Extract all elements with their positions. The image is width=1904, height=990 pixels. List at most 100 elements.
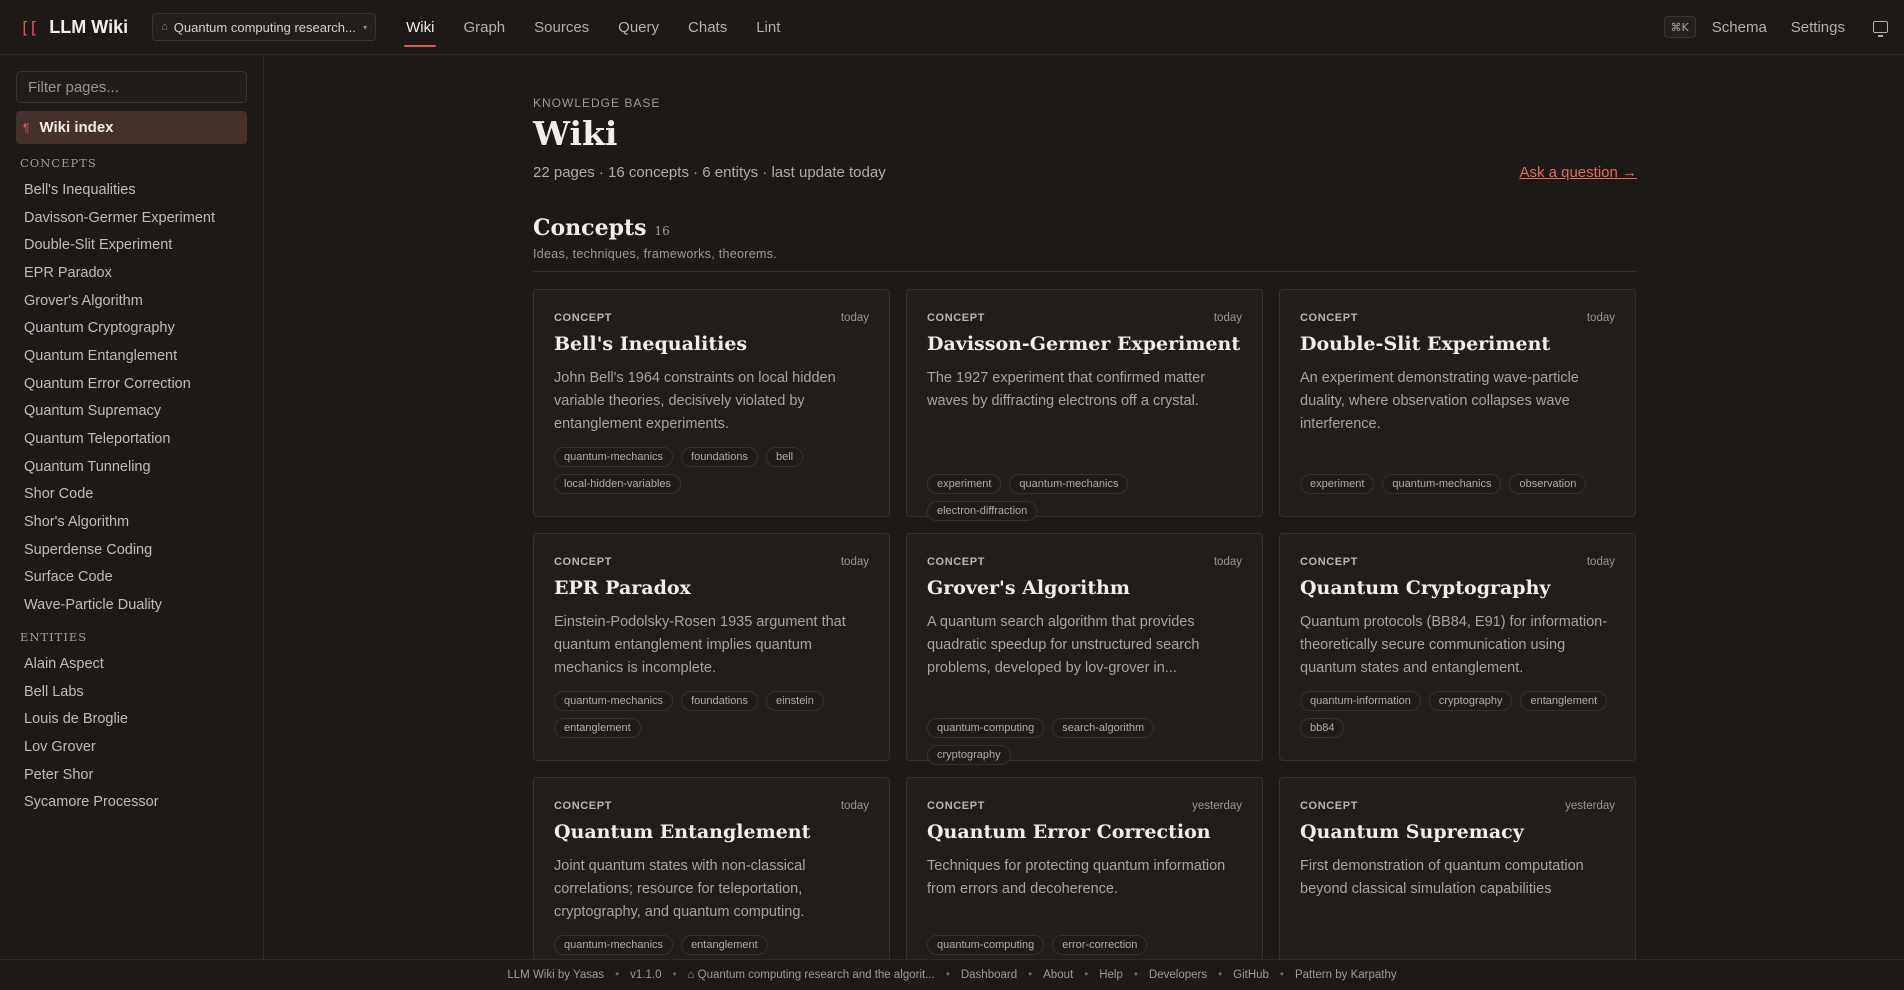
tab-graph[interactable]: Graph (461, 0, 507, 55)
sidebar-item-lov-grover[interactable]: Lov Grover (24, 733, 159, 761)
project-switcher[interactable]: ⌂ Quantum computing research... ▾ (152, 13, 377, 41)
tag[interactable]: observation (1509, 474, 1587, 494)
card-kind: CONCEPT (554, 312, 612, 324)
tag[interactable]: error-correction (1052, 935, 1148, 955)
tag[interactable]: quantum-computing (927, 718, 1045, 738)
tag[interactable]: bb84 (1300, 718, 1345, 738)
tag[interactable]: cryptography (927, 745, 1011, 765)
tag[interactable]: bell (765, 447, 804, 467)
tag[interactable]: foundations (681, 691, 758, 711)
footer-link-help[interactable]: Help (1099, 969, 1123, 981)
concept-card[interactable]: CONCEPT today Bell's Inequalities John B… (533, 289, 890, 517)
card-tags: quantum-mechanics foundations bell local… (554, 447, 872, 501)
tag[interactable]: quantum-mechanics (1009, 474, 1129, 494)
separator: • (672, 969, 677, 981)
tag[interactable]: quantum-mechanics (554, 691, 674, 711)
tag[interactable]: experiment (1300, 474, 1375, 494)
tag[interactable]: einstein (765, 691, 824, 711)
tag[interactable]: quantum-computing (927, 935, 1045, 955)
tag[interactable]: entanglement (1520, 691, 1608, 711)
app-logo[interactable]: [[ LLM Wiki (20, 17, 128, 38)
sidebar-item-quantum-error-correction[interactable]: Quantum Error Correction (24, 370, 215, 398)
sidebar-item-shor-code[interactable]: Shor Code (24, 481, 215, 509)
section-title: Concepts (533, 215, 647, 241)
sidebar-item-shors-algorithm[interactable]: Shor's Algorithm (24, 508, 215, 536)
sidebar-item-bell-labs[interactable]: Bell Labs (24, 678, 159, 706)
filter-pages-input[interactable]: Filter pages... (16, 71, 247, 103)
card-description: First demonstration of quantum computati… (1300, 858, 1584, 897)
card-kind: CONCEPT (927, 800, 985, 812)
command-palette-shortcut[interactable]: ⌘K (1663, 16, 1696, 38)
card-tags: quantum-mechanics foundations einstein e… (554, 691, 872, 745)
sidebar-item-quantum-entanglement[interactable]: Quantum Entanglement (24, 342, 215, 370)
tag[interactable]: search-algorithm (1052, 718, 1155, 738)
footer-project[interactable]: ⌂ Quantum computing research and the alg… (688, 969, 935, 981)
concept-card[interactable]: CONCEPT today Davisson-Germer Experiment… (906, 289, 1263, 521)
card-kind: CONCEPT (1300, 800, 1358, 812)
concept-card[interactable]: CONCEPT today Grover's Algorithm A quant… (906, 533, 1263, 765)
page-eyebrow: KNOWLEDGE BASE (533, 96, 661, 110)
sidebar-item-louis-de-broglie[interactable]: Louis de Broglie (24, 705, 159, 733)
card-tags: quantum-computing error-correction (927, 935, 1245, 962)
card-title: Quantum Error Correction (927, 821, 1211, 843)
tag[interactable]: entanglement (681, 935, 768, 955)
card-description: An experiment demonstrating wave-particl… (1300, 370, 1579, 432)
tag[interactable]: quantum-information (1300, 691, 1421, 711)
entities-section-title: ENTITIES (20, 630, 88, 644)
sidebar-item-quantum-tunneling[interactable]: Quantum Tunneling (24, 453, 215, 481)
concept-card[interactable]: CONCEPT today EPR Paradox Einstein-Podol… (533, 533, 890, 761)
ask-question-link[interactable]: Ask a question → (1519, 164, 1637, 181)
tag[interactable]: quantum-mechanics (554, 935, 674, 955)
card-tags: experiment quantum-mechanics observation (1300, 474, 1618, 501)
sidebar-item-quantum-supremacy[interactable]: Quantum Supremacy (24, 398, 215, 426)
tag[interactable]: quantum-mechanics (554, 447, 674, 467)
settings-link[interactable]: Settings (1791, 19, 1845, 36)
tag[interactable]: quantum-mechanics (1382, 474, 1502, 494)
tab-lint[interactable]: Lint (754, 0, 782, 55)
tag[interactable]: foundations (681, 447, 758, 467)
footer-link-dashboard[interactable]: Dashboard (961, 969, 1017, 981)
sidebar-item-peter-shor[interactable]: Peter Shor (24, 761, 159, 789)
card-date: today (840, 312, 869, 324)
monitor-icon[interactable] (1873, 21, 1888, 37)
page-title: Wiki (533, 114, 618, 153)
card-title: Quantum Entanglement (554, 821, 811, 843)
footer-link-about[interactable]: About (1043, 969, 1073, 981)
tag[interactable]: cryptography (1428, 691, 1513, 711)
card-kind: CONCEPT (1300, 556, 1358, 568)
concept-card[interactable]: CONCEPT today Quantum Cryptography Quant… (1279, 533, 1636, 761)
tag[interactable]: entanglement (554, 718, 641, 738)
concept-card[interactable]: CONCEPT today Double-Slit Experiment An … (1279, 289, 1636, 517)
footer-link-karpathy[interactable]: Pattern by Karpathy (1295, 969, 1397, 981)
card-title: EPR Paradox (554, 577, 691, 599)
tab-query[interactable]: Query (616, 0, 661, 55)
sidebar-item-bells-inequalities[interactable]: Bell's Inequalities (24, 176, 215, 204)
tag[interactable]: electron-diffraction (927, 501, 1038, 521)
entities-list: Alain Aspect Bell Labs Louis de Broglie … (24, 650, 159, 816)
sidebar-item-double-slit[interactable]: Double-Slit Experiment (24, 231, 215, 259)
sidebar-item-alain-aspect[interactable]: Alain Aspect (24, 650, 159, 678)
sidebar-item-epr-paradox[interactable]: EPR Paradox (24, 259, 215, 287)
logo-mark: [[ (20, 17, 38, 37)
tab-chats[interactable]: Chats (686, 0, 729, 55)
footer-link-developers[interactable]: Developers (1149, 969, 1207, 981)
tag[interactable]: local-hidden-variables (554, 474, 682, 494)
card-description: The 1927 experiment that confirmed matte… (927, 370, 1206, 409)
sidebar-item-quantum-teleportation[interactable]: Quantum Teleportation (24, 425, 215, 453)
sidebar-item-wiki-index[interactable]: ¶ Wiki index (16, 111, 247, 144)
tab-sources[interactable]: Sources (532, 0, 591, 55)
schema-link[interactable]: Schema (1712, 19, 1767, 36)
home-icon: ⌂ (161, 21, 168, 33)
sidebar-item-surface-code[interactable]: Surface Code (24, 564, 215, 592)
card-date: today (840, 800, 869, 812)
footer-link-github[interactable]: GitHub (1233, 969, 1269, 981)
sidebar-item-sycamore-processor[interactable]: Sycamore Processor (24, 788, 159, 816)
sidebar-item-superdense-coding[interactable]: Superdense Coding (24, 536, 215, 564)
wiki-stats: 22 pages · 16 concepts · 6 entitys · las… (533, 164, 886, 181)
sidebar-item-quantum-cryptography[interactable]: Quantum Cryptography (24, 314, 215, 342)
tab-wiki[interactable]: Wiki (404, 0, 437, 55)
tag[interactable]: experiment (927, 474, 1002, 494)
sidebar-item-davisson-germer[interactable]: Davisson-Germer Experiment (24, 204, 215, 232)
sidebar-item-grovers-algorithm[interactable]: Grover's Algorithm (24, 287, 215, 315)
sidebar-item-wave-particle-duality[interactable]: Wave-Particle Duality (24, 591, 215, 619)
